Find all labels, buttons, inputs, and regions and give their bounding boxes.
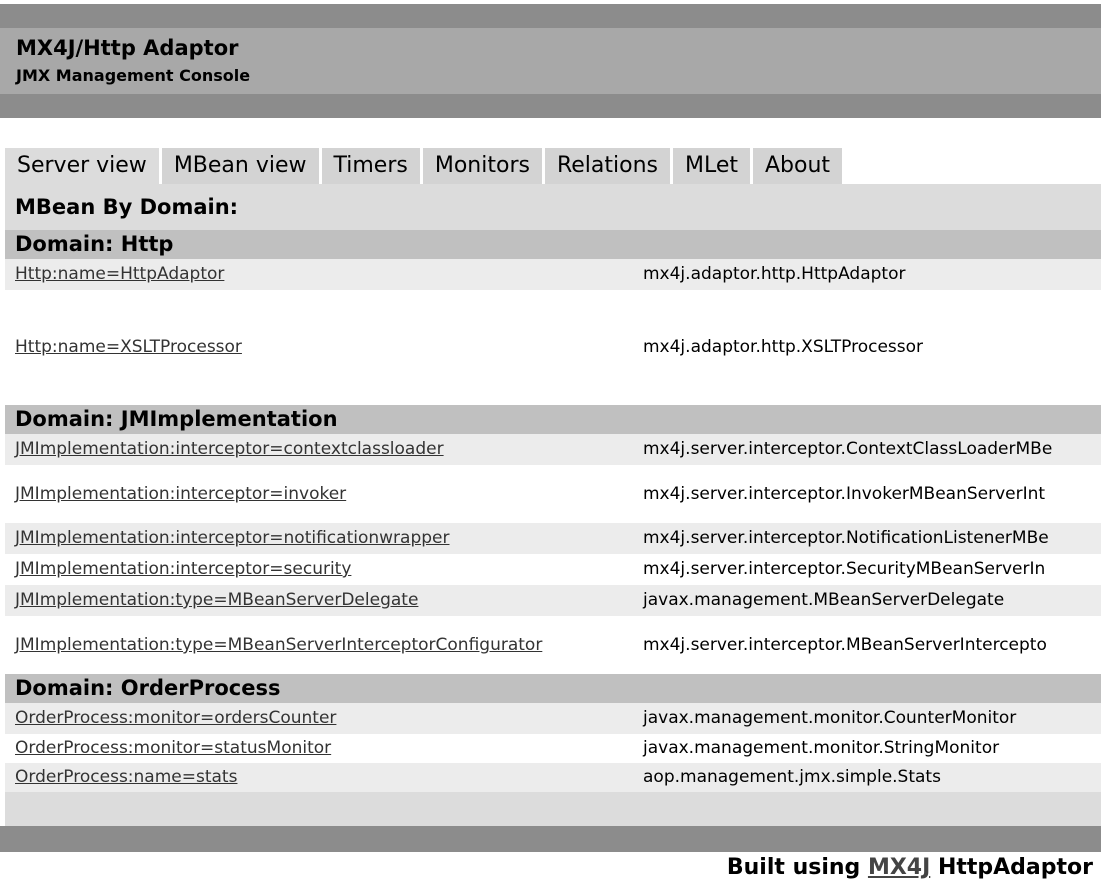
tab-mbean-view[interactable]: MBean view xyxy=(161,148,319,184)
top-bar xyxy=(0,4,1101,28)
mbean-class: mx4j.server.interceptor.ContextClassLoad… xyxy=(643,439,1053,459)
mbean-class: aop.management.jmx.simple.Stats xyxy=(643,767,941,787)
app-subtitle: JMX Management Console xyxy=(16,66,251,85)
tab-about[interactable]: About xyxy=(753,148,843,184)
mbean-link[interactable]: OrderProcess:name=stats xyxy=(15,763,237,792)
table-row: OrderProcess:monitor=ordersCounter javax… xyxy=(5,703,1101,734)
mbean-class: javax.management.monitor.CounterMonitor xyxy=(643,708,1017,728)
table-row: OrderProcess:monitor=statusMonitor javax… xyxy=(5,734,1101,763)
table-row: Http:name=XSLTProcessor mx4j.adaptor.htt… xyxy=(5,290,1101,405)
mbean-class: javax.management.MBeanServerDelegate xyxy=(643,590,1005,610)
mbean-link[interactable]: JMImplementation:type=MBeanServerDelegat… xyxy=(15,585,418,616)
tab-timers[interactable]: Timers xyxy=(321,148,420,184)
table-row: JMImplementation:interceptor=contextclas… xyxy=(5,434,1101,465)
mbean-link[interactable]: JMImplementation:interceptor=security xyxy=(15,554,351,585)
domain-header-orderprocess: Domain: OrderProcess xyxy=(5,674,1101,703)
tab-bar: Server view MBean view Timers Monitors R… xyxy=(5,148,845,184)
mbean-link[interactable]: JMImplementation:interceptor=invoker xyxy=(15,465,346,523)
mbean-link[interactable]: JMImplementation:type=MBeanServerInterce… xyxy=(15,616,542,674)
section-title: MBean By Domain: xyxy=(5,184,1101,230)
domain-header-http: Domain: Http xyxy=(5,230,1101,259)
tab-monitors[interactable]: Monitors xyxy=(422,148,542,184)
header: MX4J/Http Adaptor JMX Management Console xyxy=(0,28,1101,94)
table-row: JMImplementation:interceptor=invoker mx4… xyxy=(5,465,1101,523)
mbean-class: mx4j.adaptor.http.XSLTProcessor xyxy=(643,337,924,357)
mbean-class: mx4j.adaptor.http.HttpAdaptor xyxy=(643,264,906,284)
tab-relations[interactable]: Relations xyxy=(544,148,670,184)
mbean-class: javax.management.monitor.StringMonitor xyxy=(643,738,1000,758)
mbean-class: mx4j.server.interceptor.InvokerMBeanServ… xyxy=(643,484,1046,504)
footer-prefix: Built using xyxy=(726,855,868,880)
mbean-class: mx4j.server.interceptor.NotificationList… xyxy=(643,528,1049,548)
domain-header-jmimplementation: Domain: JMImplementation xyxy=(5,405,1101,434)
table-row: OrderProcess:name=stats aop.management.j… xyxy=(5,763,1101,792)
app-title: MX4J/Http Adaptor xyxy=(16,36,239,60)
mbean-link[interactable]: OrderProcess:monitor=statusMonitor xyxy=(15,734,331,763)
table-row: JMImplementation:interceptor=notificatio… xyxy=(5,523,1101,554)
mbean-link[interactable]: OrderProcess:monitor=ordersCounter xyxy=(15,703,336,734)
mbean-class: mx4j.server.interceptor.SecurityMBeanSer… xyxy=(643,559,1046,579)
table-footer-row xyxy=(5,792,1101,826)
mx4j-link[interactable]: MX4J xyxy=(868,855,930,880)
mbean-class: mx4j.server.interceptor.MBeanServerInter… xyxy=(643,635,1047,655)
mbean-link[interactable]: JMImplementation:interceptor=notificatio… xyxy=(15,523,449,554)
header-bottom-bar xyxy=(0,94,1101,118)
table-row: JMImplementation:interceptor=security mx… xyxy=(5,554,1101,585)
table-row: JMImplementation:type=MBeanServerDelegat… xyxy=(5,585,1101,616)
table-row: JMImplementation:type=MBeanServerInterce… xyxy=(5,616,1101,674)
mbean-link[interactable]: Http:name=HttpAdaptor xyxy=(15,259,224,290)
table-row: Http:name=HttpAdaptor mx4j.adaptor.http.… xyxy=(5,259,1101,290)
footer-credit: Built using MX4J HttpAdaptor xyxy=(727,852,1093,884)
mbean-link[interactable]: Http:name=XSLTProcessor xyxy=(15,290,242,405)
footer-bar xyxy=(0,826,1101,852)
mbean-link[interactable]: JMImplementation:interceptor=contextclas… xyxy=(15,434,444,465)
page: MX4J/Http Adaptor JMX Management Console… xyxy=(0,0,1101,884)
tab-server-view[interactable]: Server view xyxy=(5,148,159,184)
footer-suffix: HttpAdaptor xyxy=(930,855,1093,880)
tab-mlet[interactable]: MLet xyxy=(672,148,750,184)
